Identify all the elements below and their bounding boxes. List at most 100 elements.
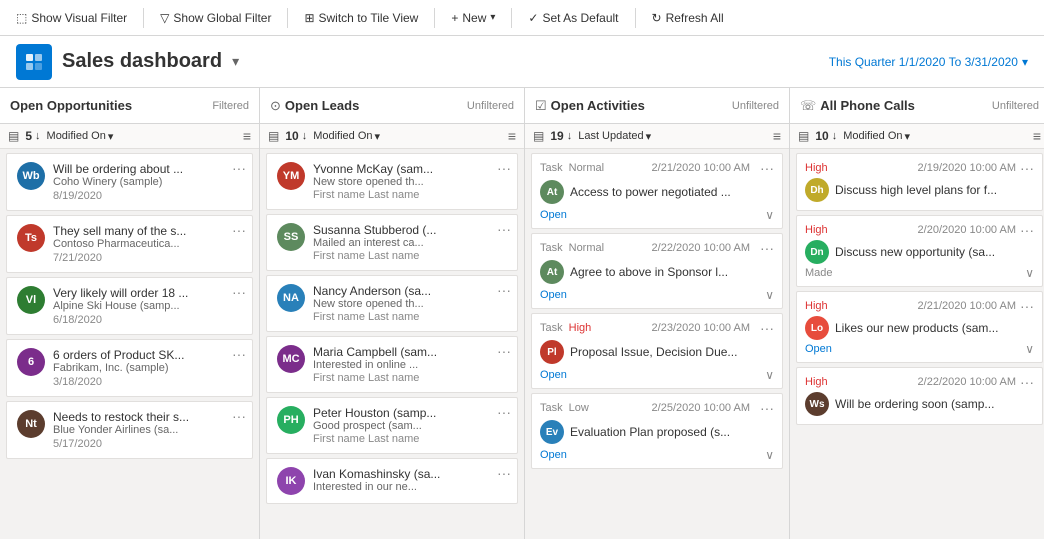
show-visual-filter-button[interactable]: ⬚ Show Visual Filter <box>8 7 135 29</box>
card-more-icon[interactable]: ··· <box>232 408 246 424</box>
card-more-icon[interactable]: ··· <box>232 346 246 362</box>
card-more-icon[interactable]: ··· <box>497 221 511 237</box>
datetime-label: 2/25/2020 10:00 AM <box>652 402 750 414</box>
sort-down-icon: ↓ <box>302 130 308 142</box>
refresh-all-label: Refresh All <box>666 11 724 25</box>
sort-down-icon: ↓ <box>832 130 838 142</box>
open-leads-header: ⊙ Open Leads Unfiltered <box>260 88 524 124</box>
activities-view-options-icon[interactable]: ≡ <box>773 128 781 144</box>
status-badge: Open <box>540 209 567 221</box>
avatar: PH <box>277 406 305 434</box>
sort-icon: ▤ <box>8 129 19 143</box>
list-item: High 2/19/2020 10:00 AM ··· Dh Discuss h… <box>796 153 1043 211</box>
avatar: Vl <box>17 286 45 314</box>
global-filter-icon: ▽ <box>160 11 169 25</box>
divider-2 <box>287 8 288 28</box>
task-type-label: Task <box>540 322 563 334</box>
activity-more-icon[interactable]: ··· <box>760 160 774 176</box>
set-as-default-button[interactable]: ✓ Set As Default <box>520 7 626 29</box>
priority-label: High <box>805 224 828 236</box>
new-icon: + <box>451 11 458 25</box>
status-badge: Open <box>805 343 832 355</box>
switch-to-tile-button[interactable]: ⊞ Switch to Tile View <box>296 7 426 29</box>
status-badge: Made <box>805 267 833 279</box>
avatar: YM <box>277 162 305 190</box>
leads-sort-label[interactable]: Modified On ▾ <box>313 130 380 143</box>
status-badge: Open <box>540 289 567 301</box>
phone-calls-controls: ▤ 10 ↓ Modified On ▾ ≡ <box>790 124 1044 149</box>
show-global-filter-label: Show Global Filter <box>173 11 271 25</box>
avatar: Ev <box>540 420 564 444</box>
table-row: 6 6 orders of Product SK... Fabrikam, In… <box>6 339 253 397</box>
card-content: Very likely will order 18 ... Alpine Ski… <box>53 286 242 326</box>
card-more-icon[interactable]: ··· <box>497 160 511 176</box>
call-more-icon[interactable]: ··· <box>1020 374 1034 390</box>
new-chevron-icon: ▾ <box>490 12 495 23</box>
activity-more-icon[interactable]: ··· <box>760 400 774 416</box>
call-more-icon[interactable]: ··· <box>1020 298 1034 314</box>
activities-sort-label[interactable]: Last Updated ▾ <box>578 130 651 143</box>
tile-view-icon: ⊞ <box>304 11 314 25</box>
table-row: Wb Will be ordering about ... Coho Winer… <box>6 153 253 211</box>
datetime-label: 2/20/2020 10:00 AM <box>918 224 1016 236</box>
card-more-icon[interactable]: ··· <box>497 465 511 481</box>
show-global-filter-button[interactable]: ▽ Show Global Filter <box>152 7 279 29</box>
leads-view-options-icon[interactable]: ≡ <box>508 128 516 144</box>
call-more-icon[interactable]: ··· <box>1020 160 1034 176</box>
divider-5 <box>635 8 636 28</box>
phone-sort-label[interactable]: Modified On ▾ <box>843 130 910 143</box>
card-more-icon[interactable]: ··· <box>232 160 246 176</box>
open-opportunities-column: Open Opportunities Filtered ▤ 5 ↓ Modifi… <box>0 88 260 539</box>
expand-icon[interactable]: ∨ <box>765 448 774 462</box>
priority-label: High <box>805 376 828 388</box>
refresh-icon: ↻ <box>652 11 662 25</box>
avatar: Wb <box>17 162 45 190</box>
phone-icon: ☏ <box>800 98 816 114</box>
toolbar: ⬚ Show Visual Filter ▽ Show Global Filte… <box>0 0 1044 36</box>
divider-3 <box>434 8 435 28</box>
activity-more-icon[interactable]: ··· <box>760 240 774 256</box>
card-more-icon[interactable]: ··· <box>497 343 511 359</box>
avatar: MC <box>277 345 305 373</box>
card-content: They sell many of the s... Contoso Pharm… <box>53 224 242 264</box>
expand-icon[interactable]: ∨ <box>765 368 774 382</box>
set-as-default-label: Set As Default <box>542 11 618 25</box>
sort-modified-on[interactable]: Modified On ▾ <box>47 130 114 143</box>
activities-list: Task Normal 2/21/2020 10:00 AM ··· At Ac… <box>525 149 789 539</box>
card-more-icon[interactable]: ··· <box>497 282 511 298</box>
avatar: Lo <box>805 316 829 340</box>
card-content: Needs to restock their s... Blue Yonder … <box>53 410 242 450</box>
list-item: NA Nancy Anderson (sa... New store opene… <box>266 275 518 332</box>
main-content: Open Opportunities Filtered ▤ 5 ↓ Modifi… <box>0 88 1044 539</box>
card-content: Will be ordering about ... Coho Winery (… <box>53 162 242 202</box>
card-more-icon[interactable]: ··· <box>232 222 246 238</box>
card-content: Yvonne McKay (sam... New store opened th… <box>313 162 507 201</box>
card-content: Nancy Anderson (sa... New store opened t… <box>313 284 507 323</box>
card-more-icon[interactable]: ··· <box>232 284 246 300</box>
priority-label: Normal <box>569 162 604 174</box>
expand-icon[interactable]: ∨ <box>1025 266 1034 280</box>
date-range[interactable]: This Quarter 1/1/2020 To 3/31/2020 ▾ <box>829 55 1028 69</box>
phone-view-options-icon[interactable]: ≡ <box>1033 128 1041 144</box>
expand-icon[interactable]: ∨ <box>765 208 774 222</box>
refresh-all-button[interactable]: ↻ Refresh All <box>644 7 732 29</box>
all-phone-calls-column: ☏ All Phone Calls Unfiltered ▤ 10 ↓ Modi… <box>790 88 1044 539</box>
sort-down-icon: ↓ <box>35 130 41 142</box>
activity-more-icon[interactable]: ··· <box>760 320 774 336</box>
datetime-label: 2/22/2020 10:00 AM <box>918 376 1016 388</box>
table-row: Ts They sell many of the s... Contoso Ph… <box>6 215 253 273</box>
sort-chevron-icon: ▾ <box>646 130 652 143</box>
status-badge: Open <box>540 369 567 381</box>
card-more-icon[interactable]: ··· <box>497 404 511 420</box>
list-item: High 2/20/2020 10:00 AM ··· Dn Discuss n… <box>796 215 1043 287</box>
page-title: Sales dashboard <box>62 50 222 73</box>
list-item: PH Peter Houston (samp... Good prospect … <box>266 397 518 454</box>
call-more-icon[interactable]: ··· <box>1020 222 1034 238</box>
header-dropdown-icon[interactable]: ▾ <box>232 53 239 70</box>
expand-icon[interactable]: ∨ <box>1025 342 1034 356</box>
new-button[interactable]: + New ▾ <box>443 7 503 29</box>
sort-icon: ▤ <box>268 129 279 143</box>
expand-icon[interactable]: ∨ <box>765 288 774 302</box>
view-options-icon[interactable]: ≡ <box>243 128 251 144</box>
divider-4 <box>511 8 512 28</box>
